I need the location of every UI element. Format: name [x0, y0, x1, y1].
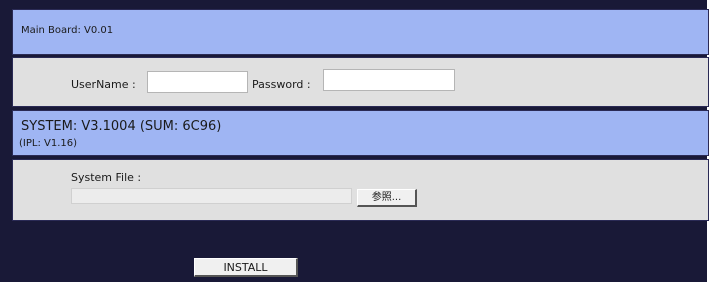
system-version: SYSTEM: V3.1004 (SUM: 6C96) — [21, 119, 222, 134]
installer-frame: Main Board: V0.01 UserName : Password : … — [0, 0, 709, 282]
main-board-version: Main Board: V0.01 — [21, 25, 114, 36]
system-file-label: System File : — [71, 171, 142, 184]
login-band: UserName : Password : — [12, 57, 709, 107]
system-band: SYSTEM: V3.1004 (SUM: 6C96) (IPL: V1.16) — [12, 110, 709, 156]
system-file-input[interactable] — [71, 188, 352, 204]
upload-band: System File : 参照... — [12, 159, 709, 221]
password-input[interactable] — [323, 69, 455, 91]
main-board-band: Main Board: V0.01 — [12, 9, 709, 55]
browse-button[interactable]: 参照... — [357, 189, 417, 207]
username-input[interactable] — [147, 71, 248, 93]
install-button[interactable]: INSTALL — [194, 258, 298, 277]
password-label: Password : — [252, 78, 311, 91]
ipl-version: (IPL: V1.16) — [19, 138, 78, 149]
username-label: UserName : — [71, 78, 136, 91]
